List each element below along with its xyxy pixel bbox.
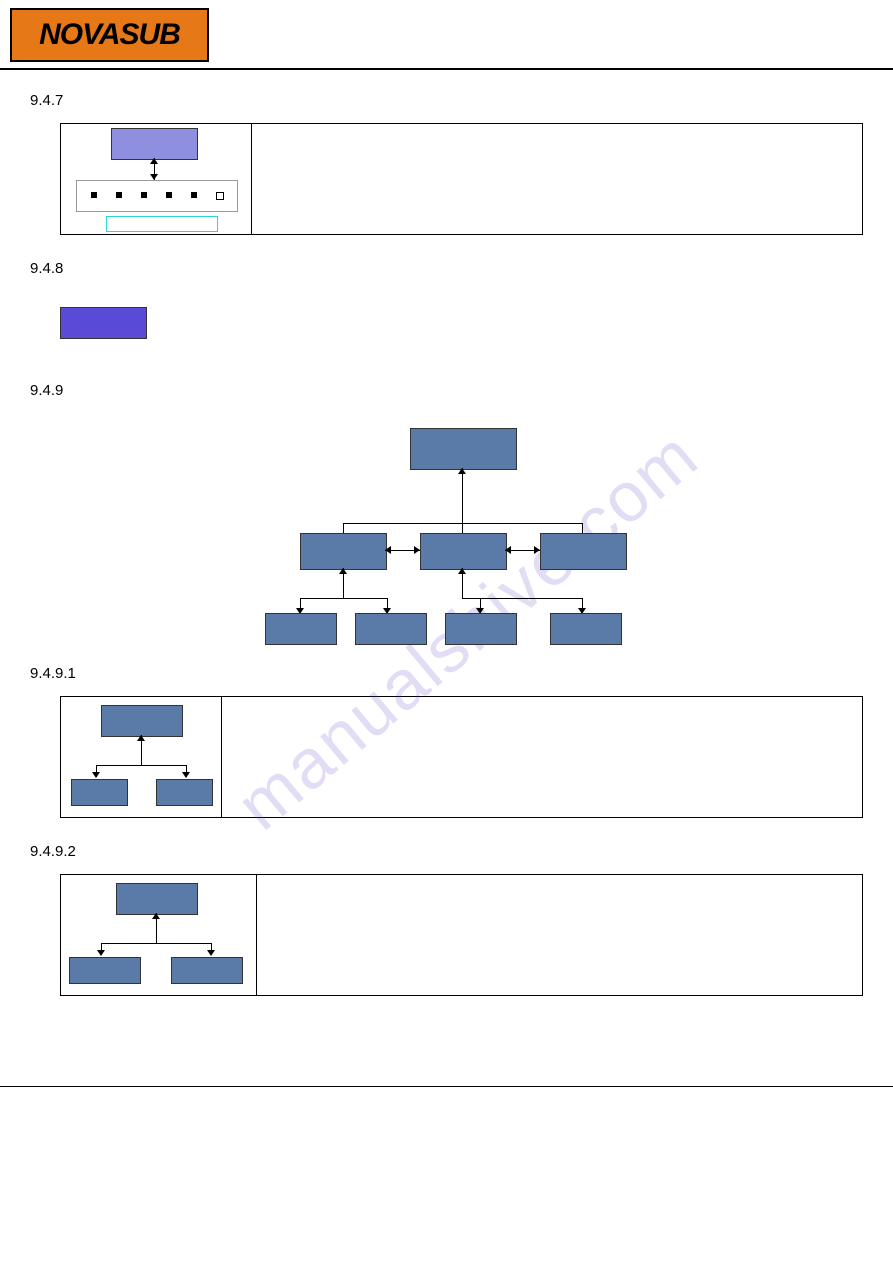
diagram-box: [101, 705, 183, 737]
diagram-box: [300, 533, 387, 570]
diagram-box: [111, 128, 198, 160]
diagram-box: [445, 613, 517, 645]
diagram-cell: [61, 697, 222, 817]
section-number: 9.4.9.1: [30, 665, 863, 682]
description-cell: [222, 697, 862, 817]
diagram-box: [265, 613, 337, 645]
description-cell: [257, 875, 862, 995]
diagram-box: [116, 883, 198, 915]
section-number: 9.4.7: [30, 92, 863, 109]
diagram-box: [420, 533, 507, 570]
novasub-logo: NOVASUB: [10, 8, 209, 62]
diagram-cell: [61, 124, 252, 234]
diagram-box: [106, 216, 218, 232]
description-cell: [252, 124, 862, 234]
diagram-standalone: [60, 307, 863, 347]
section-number: 9.4.9: [30, 382, 863, 399]
diagram-box: [355, 613, 427, 645]
diagram-tree: [60, 413, 863, 653]
section-number: 9.4.8: [30, 260, 863, 277]
diagram-box: [76, 180, 238, 212]
diagram-box: [69, 957, 141, 984]
diagram-box: [60, 307, 147, 339]
diagram-box: [71, 779, 128, 806]
diagram-box: [540, 533, 627, 570]
diagram-box: [171, 957, 243, 984]
diagram-table: [60, 696, 863, 818]
diagram-table: [60, 123, 863, 235]
diagram-box: [410, 428, 517, 470]
page-header: NOVASUB: [0, 0, 893, 70]
diagram-box: [550, 613, 622, 645]
page-content: manualshive.com 9.4.7 9.4.8 9.4.9: [0, 70, 893, 1036]
diagram-box: [156, 779, 213, 806]
page-footer-line: [0, 1086, 893, 1127]
diagram-cell: [61, 875, 257, 995]
diagram-table: [60, 874, 863, 996]
section-number: 9.4.9.2: [30, 843, 863, 860]
